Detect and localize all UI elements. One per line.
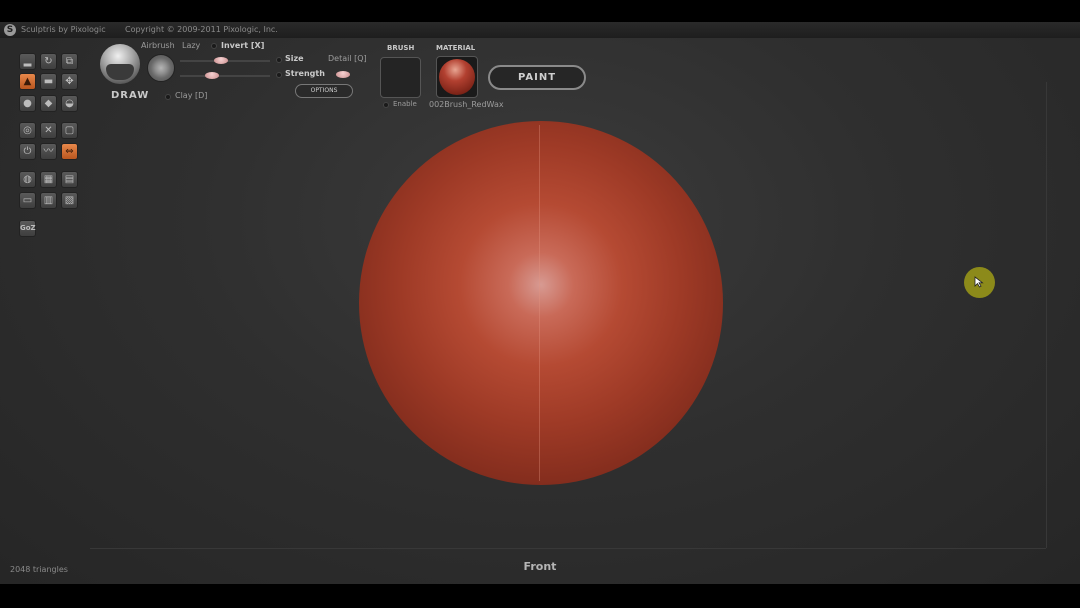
strength-label: Strength xyxy=(285,69,325,78)
paint-brush-slot[interactable] xyxy=(380,57,421,98)
inflate-icon[interactable]: ● xyxy=(19,95,36,112)
viewport-frame-right xyxy=(1046,82,1047,548)
sculptris-window: S Sculptris by Pixologic Copyright © 200… xyxy=(0,22,1080,584)
sculptris-logo-icon: S xyxy=(4,24,16,36)
new-scene-icon[interactable]: ▦ xyxy=(40,171,57,188)
material-name: 002Brush_RedWax xyxy=(429,100,504,109)
strength-slider-knob[interactable] xyxy=(205,72,220,79)
invert-label: Invert [X] xyxy=(221,41,265,50)
size-label: Size xyxy=(285,54,304,63)
lazy-toggle[interactable]: Lazy xyxy=(182,41,200,50)
import-icon[interactable]: ▭ xyxy=(19,192,36,209)
reduce-selected-icon[interactable]: ▢ xyxy=(61,122,78,139)
size-indicator xyxy=(276,57,282,63)
symmetry-icon[interactable]: ⇔ xyxy=(61,143,78,160)
material-heading: MATERIAL xyxy=(436,44,476,52)
symmetry-seam xyxy=(539,125,540,481)
strength-indicator xyxy=(276,72,282,78)
copyright-text: Copyright © 2009-2011 Pixologic, Inc. xyxy=(125,25,278,34)
material-preview-icon xyxy=(439,59,475,95)
rotate-icon[interactable]: ↻ xyxy=(40,53,57,70)
subdivide-all-icon[interactable]: ⏻ xyxy=(19,143,36,160)
draw-brush-icon[interactable]: ▲ xyxy=(19,73,36,90)
strength-slider[interactable] xyxy=(180,75,270,77)
material-slot[interactable] xyxy=(436,56,478,98)
letterbox-top xyxy=(0,0,1080,22)
airbrush-toggle[interactable]: Airbrush xyxy=(141,41,175,50)
clay-label: Clay [D] xyxy=(175,91,208,100)
reduce-brush-icon[interactable]: ◎ xyxy=(19,122,36,139)
detail-label[interactable]: Detail [Q] xyxy=(328,54,367,63)
brush-cursor-icon xyxy=(964,267,995,298)
enable-label: Enable xyxy=(393,100,417,108)
viewport-frame-bottom xyxy=(90,548,1046,549)
brush-preview-icon[interactable] xyxy=(100,44,140,84)
letterbox-bottom xyxy=(0,584,1080,608)
view-label: Front xyxy=(523,560,557,573)
export-icon[interactable]: ▧ xyxy=(61,192,78,209)
app-name: Sculptris by Pixologic xyxy=(21,25,106,34)
scale-icon[interactable]: ⧉ xyxy=(61,53,78,70)
grab-icon[interactable]: ✥ xyxy=(61,73,78,90)
save-icon[interactable]: ▥ xyxy=(40,192,57,209)
falloff-preview-icon[interactable] xyxy=(147,54,175,82)
title-bar: S Sculptris by Pixologic Copyright © 200… xyxy=(0,22,1080,38)
goz-button[interactable]: GoZ xyxy=(19,220,36,237)
brush-heading: BRUSH xyxy=(387,44,415,52)
brush-name: DRAW xyxy=(111,90,150,101)
mask-icon[interactable]: ✕ xyxy=(40,122,57,139)
size-slider-knob[interactable] xyxy=(213,57,228,64)
flatten-icon[interactable]: ▬ xyxy=(40,73,57,90)
sphere-icon[interactable]: ◍ xyxy=(19,171,36,188)
paint-button[interactable]: PAINT xyxy=(488,65,586,90)
detail-slider-knob[interactable] xyxy=(336,71,350,78)
enable-checkbox[interactable] xyxy=(383,102,389,108)
invert-checkbox[interactable] xyxy=(211,43,217,49)
crease-icon[interactable]: ▂ xyxy=(19,53,36,70)
smooth-icon[interactable]: ◒ xyxy=(61,95,78,112)
reduce-all-icon[interactable]: 〰 xyxy=(40,143,57,160)
pinch-icon[interactable]: ◆ xyxy=(40,95,57,112)
options-button[interactable]: OPTIONS xyxy=(295,84,353,98)
sculpt-sphere[interactable] xyxy=(359,121,723,485)
open-icon[interactable]: ▤ xyxy=(61,171,78,188)
clay-checkbox[interactable] xyxy=(165,94,171,100)
